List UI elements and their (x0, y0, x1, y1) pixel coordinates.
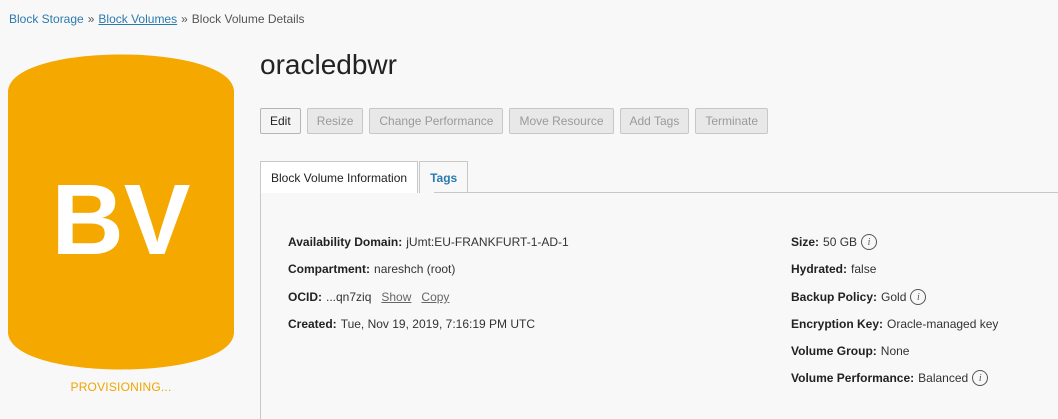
resize-button[interactable]: Resize (306, 108, 364, 134)
tab-tags[interactable]: Tags (419, 161, 469, 193)
tab-bar: Block Volume Information Tags (260, 161, 469, 193)
compartment-row: Compartment: nareshch (root) (288, 262, 455, 276)
breadcrumb-separator: » (181, 12, 188, 26)
volume-performance-value: Balanced (918, 371, 969, 385)
resource-status: PROVISIONING... (70, 380, 172, 394)
compartment-value: nareshch (root) (374, 262, 456, 276)
resource-avatar: BV (8, 54, 234, 370)
hydrated-value: false (851, 262, 877, 276)
availability-domain-label: Availability Domain: (288, 235, 403, 249)
move-resource-button[interactable]: Move Resource (509, 108, 614, 134)
volume-group-label: Volume Group: (791, 344, 877, 358)
volume-performance-row: Volume Performance: Balanced i (791, 370, 989, 386)
info-icon[interactable]: i (972, 370, 989, 386)
edit-button[interactable]: Edit (260, 108, 301, 134)
created-value: Tue, Nov 19, 2019, 7:16:19 PM UTC (340, 317, 536, 331)
encryption-key-label: Encryption Key: (791, 317, 884, 331)
backup-policy-label: Backup Policy: (791, 290, 878, 304)
backup-policy-value: Gold (881, 290, 907, 304)
volume-group-row: Volume Group: None (791, 344, 909, 358)
tab-divider (434, 192, 1058, 193)
size-label: Size: (791, 235, 820, 249)
terminate-button[interactable]: Terminate (695, 108, 769, 134)
encryption-key-row: Encryption Key: Oracle-managed key (791, 317, 998, 331)
breadcrumb-current: Block Volume Details (191, 12, 305, 26)
size-value: 50 GB (823, 235, 858, 249)
add-tags-button[interactable]: Add Tags (619, 108, 690, 134)
hydrated-row: Hydrated: false (791, 262, 876, 276)
info-icon[interactable]: i (910, 289, 927, 305)
ocid-copy-link[interactable]: Copy (421, 290, 449, 304)
tab-block-volume-information[interactable]: Block Volume Information (260, 161, 419, 193)
encryption-key-value: Oracle-managed key (887, 317, 999, 331)
ocid-row: OCID: ...qn7ziq Show Copy (288, 290, 449, 304)
panel-border (260, 193, 261, 419)
backup-policy-row: Backup Policy: Gold i (791, 289, 927, 305)
availability-domain-row: Availability Domain: jUmt:EU-FRANKFURT-1… (288, 235, 569, 249)
info-icon[interactable]: i (861, 234, 878, 250)
breadcrumb-block-storage[interactable]: Block Storage (9, 12, 84, 26)
breadcrumb-separator: » (87, 12, 95, 26)
breadcrumb: Block Storage» Block Volumes» Block Volume… (9, 12, 305, 26)
ocid-label: OCID: (288, 290, 322, 304)
breadcrumb-block-volumes[interactable]: Block Volumes (98, 12, 177, 26)
ocid-show-link[interactable]: Show (381, 290, 411, 304)
volume-group-value: None (880, 344, 910, 358)
hydrated-label: Hydrated: (791, 262, 848, 276)
avatar-initials: BV (52, 164, 191, 276)
created-label: Created: (288, 317, 337, 331)
page-title: oracledbwr (260, 49, 397, 80)
volume-performance-label: Volume Performance: (791, 371, 915, 385)
availability-domain-value: jUmt:EU-FRANKFURT-1-AD-1 (406, 235, 569, 249)
action-toolbar: Edit Resize Change Performance Move Reso… (260, 108, 769, 134)
compartment-label: Compartment: (288, 262, 371, 276)
change-performance-button[interactable]: Change Performance (369, 108, 504, 134)
ocid-value: ...qn7ziq (326, 290, 372, 304)
created-row: Created: Tue, Nov 19, 2019, 7:16:19 PM U… (288, 317, 535, 331)
size-row: Size: 50 GB i (791, 234, 878, 250)
